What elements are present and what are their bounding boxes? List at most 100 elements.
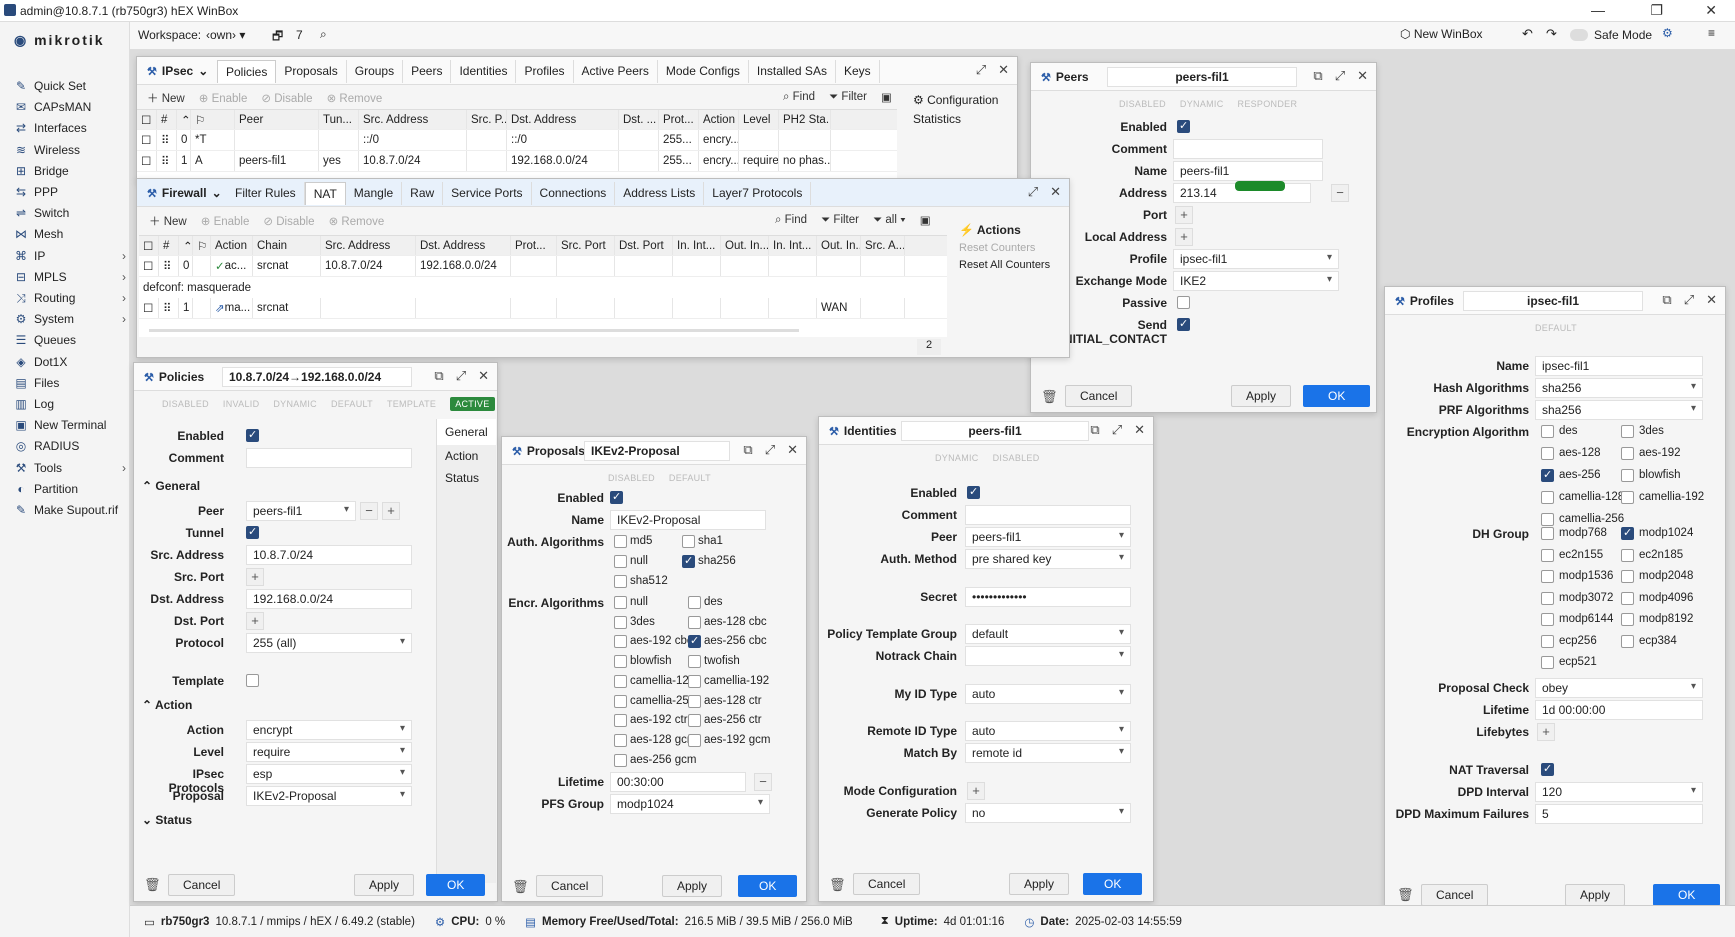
profile-select[interactable]: ipsec-fil1 xyxy=(1173,249,1339,269)
hash-algorithms-select[interactable]: sha256 xyxy=(1535,378,1703,398)
tab-address-lists[interactable]: Address Lists xyxy=(615,182,705,205)
protocol-select[interactable]: 255 (all) xyxy=(246,633,412,653)
tab-groups[interactable]: Groups xyxy=(347,60,404,83)
tab-service-ports[interactable]: Service Ports xyxy=(443,182,532,205)
column-header[interactable]: # xyxy=(159,236,179,255)
tab-mangle[interactable]: Mangle xyxy=(346,182,403,205)
filter-button[interactable]: ⏷ Filter xyxy=(829,91,867,104)
select-all-checkbox[interactable]: ☐ xyxy=(137,110,157,129)
name-field[interactable]: IKEv2-Proposal xyxy=(610,510,766,530)
proposal-check-select[interactable]: obey xyxy=(1535,678,1703,698)
copy-icon[interactable]: ⧉ xyxy=(1313,68,1322,84)
peer-select[interactable]: peers-fil1 xyxy=(965,527,1131,547)
tab-nat[interactable]: NAT xyxy=(304,182,346,205)
exchange-mode-select[interactable]: IKE2 xyxy=(1173,271,1339,291)
row-checkbox[interactable]: ☐ xyxy=(137,151,157,171)
sidebar-item-mesh[interactable]: ⋈ Mesh xyxy=(14,224,126,244)
sidebar-item-wireless[interactable]: ≋ Wireless xyxy=(14,140,126,160)
column-header[interactable]: # xyxy=(157,110,177,129)
tab-connections[interactable]: Connections xyxy=(532,182,616,205)
detach-icon[interactable]: ⤢ xyxy=(765,442,775,458)
configuration-link[interactable]: ⚙ Configuration xyxy=(913,93,998,107)
auth-sha512-checkbox[interactable] xyxy=(614,575,627,588)
panel-icon[interactable]: ▣ xyxy=(920,213,931,227)
tab-filter-rules[interactable]: Filter Rules xyxy=(227,182,305,205)
row-checkbox[interactable]: ☐ xyxy=(139,298,159,318)
policy-template-group-select[interactable]: default xyxy=(965,624,1131,644)
encr-aes-256-ctr-checkbox[interactable] xyxy=(688,714,701,728)
action-select[interactable]: encrypt xyxy=(246,720,412,740)
ok-button[interactable]: OK xyxy=(426,874,486,896)
chevron-down-icon[interactable]: ⌄ xyxy=(212,186,222,200)
close-icon[interactable]: ✕ xyxy=(1357,68,1368,84)
tab-installed-sas[interactable]: Installed SAs xyxy=(749,60,836,83)
column-header[interactable]: Out. In... xyxy=(817,236,861,255)
sidebar-item-interfaces[interactable]: ⇄ Interfaces xyxy=(14,118,126,138)
apply-button[interactable]: Apply xyxy=(1565,884,1626,906)
auth-method-select[interactable]: pre shared key xyxy=(965,549,1131,569)
nav-action[interactable]: Action xyxy=(437,445,496,467)
encr-null-checkbox[interactable] xyxy=(614,596,627,609)
trash-icon[interactable]: 🗑 xyxy=(1041,389,1058,405)
apply-button[interactable]: Apply xyxy=(662,875,723,897)
column-header[interactable]: Dst. Port xyxy=(615,236,673,255)
cancel-button[interactable]: Cancel xyxy=(536,875,604,897)
close-icon[interactable]: ✕ xyxy=(478,368,489,384)
detach-icon[interactable]: ⤢ xyxy=(1028,184,1038,200)
reset-all-counters-button[interactable]: Reset All Counters xyxy=(959,259,1050,271)
detach-icon[interactable]: ⤢ xyxy=(1112,422,1122,438)
column-header[interactable]: Dst. Address xyxy=(507,110,619,129)
proposal-select[interactable]: IKEv2-Proposal xyxy=(246,786,412,806)
encr-aes-256-cbc-checkbox[interactable] xyxy=(688,634,701,649)
enc-3des-checkbox[interactable] xyxy=(1621,425,1634,438)
encr-aes-128-gcm-checkbox[interactable] xyxy=(614,733,627,747)
detach-icon[interactable]: ⤢ xyxy=(456,368,466,384)
column-header[interactable]: Dst. ... xyxy=(619,110,659,129)
find-button[interactable]: ⌕ Find xyxy=(783,91,815,104)
workspace-select[interactable]: ‹own› ▾ xyxy=(206,28,245,42)
name-field[interactable]: peers-fil1 xyxy=(1173,161,1323,181)
column-header[interactable]: In. Int... xyxy=(769,236,817,255)
column-header[interactable]: Tun... xyxy=(319,110,359,129)
encr-blowfish-checkbox[interactable] xyxy=(614,655,627,669)
auth-sha256-checkbox[interactable] xyxy=(682,554,695,568)
sidebar-item-new-terminal[interactable]: ▣ New Terminal xyxy=(14,415,126,435)
sort-icon[interactable]: ⌃ xyxy=(179,236,193,255)
column-header[interactable]: Peer xyxy=(235,110,319,129)
passive-checkbox[interactable] xyxy=(1177,296,1190,309)
pfs-group-select[interactable]: modp1024 xyxy=(610,794,770,814)
lifebytes-add-icon[interactable]: + xyxy=(1537,723,1555,741)
enabled-checkbox[interactable] xyxy=(246,428,259,442)
apply-button[interactable]: Apply xyxy=(1231,385,1292,407)
column-header[interactable]: Prot... xyxy=(659,110,699,129)
enc-aes-128-checkbox[interactable] xyxy=(1541,447,1554,460)
dh-modp768-checkbox[interactable] xyxy=(1541,527,1554,540)
minimize-icon[interactable]: — xyxy=(1591,2,1605,18)
trash-icon[interactable]: 🗑 xyxy=(829,877,846,893)
enable-button[interactable]: ⊕ Enable xyxy=(201,214,250,228)
column-header[interactable]: Out. In... xyxy=(721,236,769,255)
enabled-checkbox[interactable] xyxy=(610,490,623,504)
column-header[interactable]: Src. A... xyxy=(861,236,905,255)
dh-modp1024-checkbox[interactable] xyxy=(1621,526,1634,540)
auth-null-checkbox[interactable] xyxy=(614,555,627,568)
dh-ec2n185-checkbox[interactable] xyxy=(1621,548,1634,562)
peer-select[interactable]: peers-fil1 xyxy=(246,501,356,521)
dh-ecp384-checkbox[interactable] xyxy=(1621,634,1634,648)
column-header[interactable]: Level xyxy=(739,110,779,129)
tunnel-checkbox[interactable] xyxy=(246,525,259,539)
tab-mode-configs[interactable]: Mode Configs xyxy=(658,60,749,83)
enc-aes-256-checkbox[interactable] xyxy=(1541,468,1554,482)
cancel-button[interactable]: Cancel xyxy=(1065,385,1133,407)
section-action[interactable]: ⌃ Action xyxy=(142,698,192,712)
enc-des-checkbox[interactable] xyxy=(1541,425,1554,438)
enc-camellia-128-checkbox[interactable] xyxy=(1541,491,1554,504)
generate-policy-select[interactable]: no xyxy=(965,803,1131,823)
chevron-down-icon[interactable]: ⌄ xyxy=(198,64,208,78)
lifetime-field[interactable]: 00:30:00 xyxy=(610,772,746,792)
detach-icon[interactable]: ⤢ xyxy=(1335,68,1345,84)
encr-camellia-128-checkbox[interactable] xyxy=(614,674,627,688)
sidebar-item-make-supout-rif[interactable]: ✎ Make Supout.rif xyxy=(14,500,126,520)
encr-aes-128-ctr-checkbox[interactable] xyxy=(688,694,701,708)
ok-button[interactable]: OK xyxy=(1083,873,1143,895)
